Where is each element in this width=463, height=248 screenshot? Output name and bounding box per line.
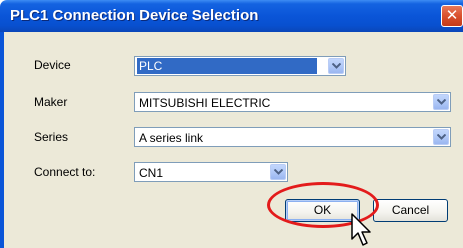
device-label: Device [34, 58, 71, 72]
chevron-down-icon[interactable] [433, 94, 449, 110]
connect-value: CN1 [139, 166, 164, 180]
close-button[interactable]: ✕ [441, 5, 463, 27]
cancel-button[interactable]: Cancel [373, 199, 448, 222]
device-value: PLC [137, 58, 317, 74]
connect-select[interactable]: CN1 [134, 162, 288, 182]
device-select[interactable]: PLC [134, 56, 346, 76]
chevron-down-icon[interactable] [270, 164, 286, 180]
series-select[interactable]: A series link [134, 127, 451, 147]
series-value: A series link [139, 131, 204, 145]
maker-label: Maker [34, 95, 68, 109]
chevron-down-icon[interactable] [328, 58, 344, 74]
connect-label: Connect to: [34, 165, 96, 179]
series-label: Series [34, 130, 69, 144]
ok-button[interactable]: OK [285, 199, 360, 222]
maker-select[interactable]: MITSUBISHI ELECTRIC [134, 92, 451, 112]
close-icon: ✕ [445, 6, 459, 24]
connection-device-dialog: PLC1 Connection Device Selection ✕ Devic… [0, 0, 463, 248]
title-bar: PLC1 Connection Device Selection [0, 0, 463, 32]
mouse-pointer-icon [351, 213, 371, 246]
chevron-down-icon[interactable] [433, 129, 449, 145]
dialog-title: PLC1 Connection Device Selection [10, 7, 259, 24]
maker-value: MITSUBISHI ELECTRIC [139, 96, 271, 110]
